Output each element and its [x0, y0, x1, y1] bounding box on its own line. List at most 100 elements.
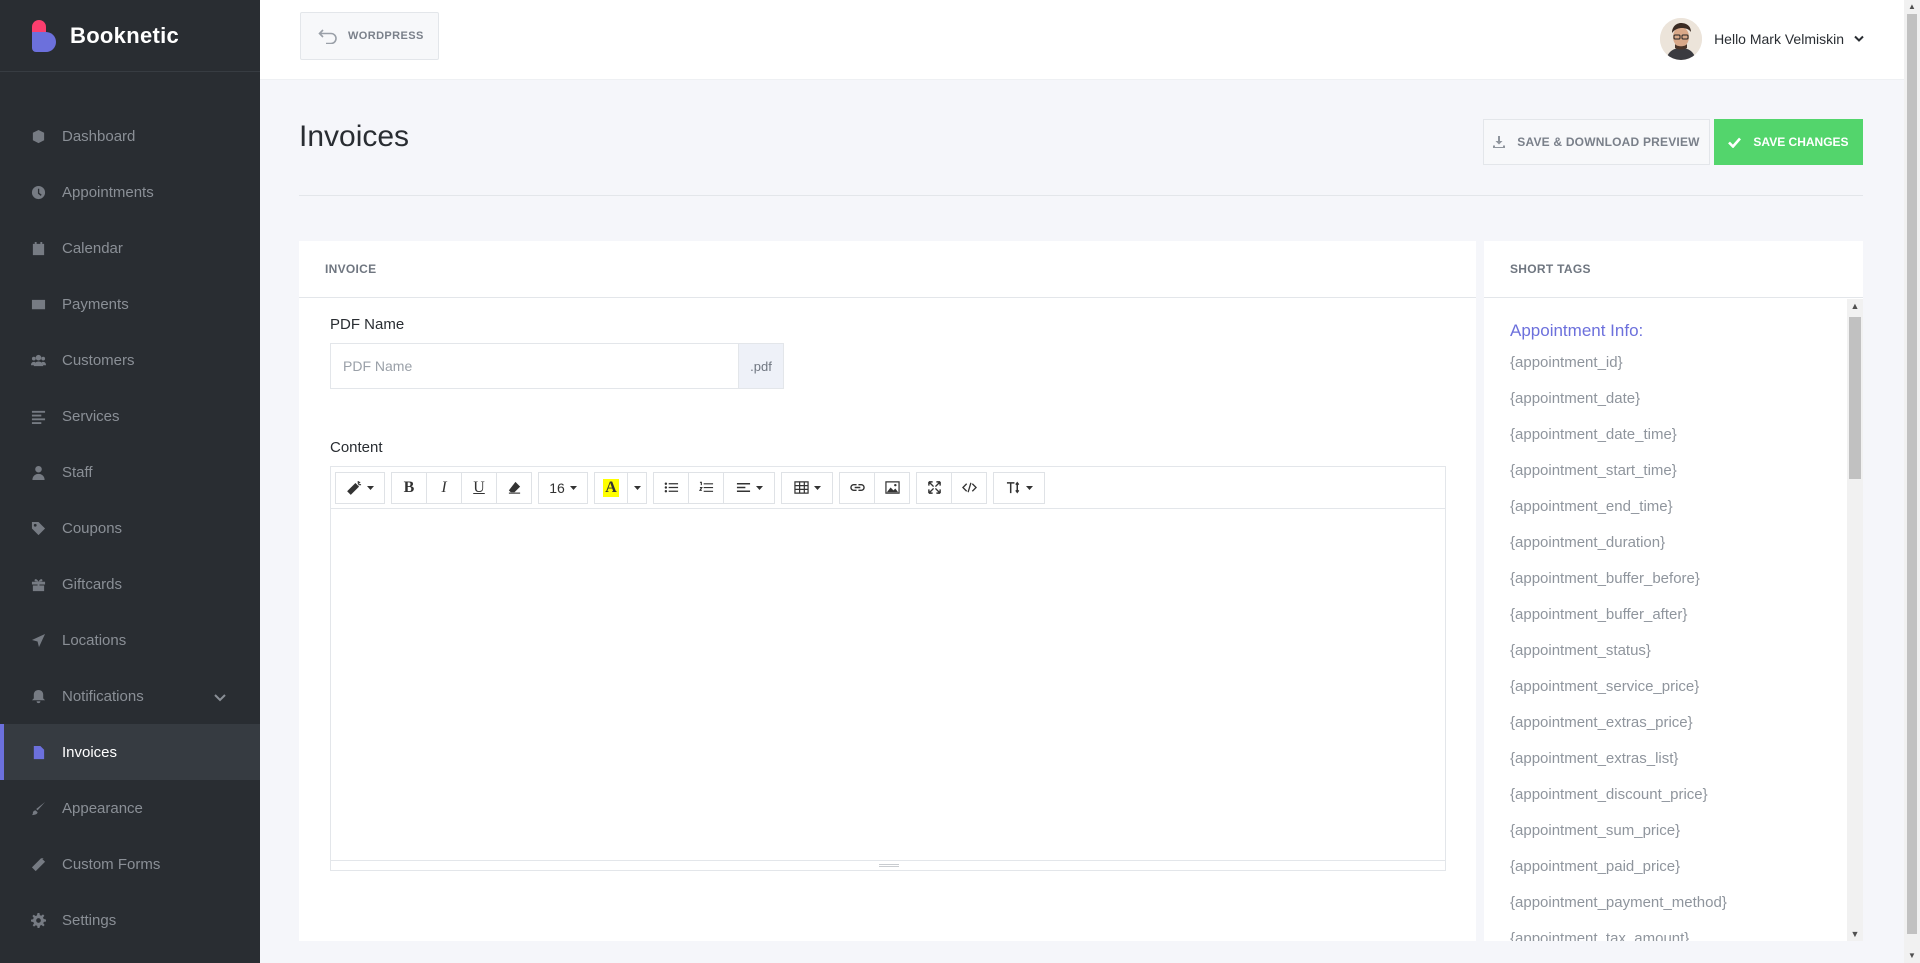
- editor-resize-handle[interactable]: [331, 860, 1445, 870]
- tags-group-title: Appointment Info:: [1510, 321, 1644, 340]
- bullet-list-icon: [664, 482, 678, 493]
- sidebar-item-custom-forms[interactable]: Custom Forms: [0, 836, 260, 892]
- scrollbar-thumb[interactable]: [1849, 317, 1861, 479]
- sidebar-item-locations[interactable]: Locations: [0, 612, 260, 668]
- sidebar-item-giftcards[interactable]: Giftcards: [0, 556, 260, 612]
- sidebar-item-dashboard[interactable]: Dashboard: [0, 108, 260, 164]
- short-tags-card: SHORT TAGS Appointment Info: {appointmen…: [1484, 241, 1863, 941]
- pdf-name-input[interactable]: [330, 343, 738, 389]
- short-tag[interactable]: {appointment_extras_list}: [1510, 747, 1847, 783]
- caret-down-icon: [366, 485, 374, 490]
- bullet-list-button[interactable]: [653, 471, 689, 504]
- sidebar-item-label: Appointments: [62, 183, 154, 201]
- cube-icon: [30, 128, 46, 144]
- caret-down-icon: [1025, 485, 1033, 490]
- link-button[interactable]: [839, 471, 875, 504]
- underline-button[interactable]: U: [461, 471, 497, 504]
- sidebar-item-label: Customers: [62, 351, 135, 369]
- link-icon: [849, 483, 865, 492]
- scroll-up-icon[interactable]: ▲: [1850, 301, 1860, 311]
- sidebar-item-payments[interactable]: Payments: [0, 276, 260, 332]
- scroll-down-icon[interactable]: ▼: [1850, 929, 1860, 939]
- user-menu[interactable]: Hello Mark Velmiskin: [1660, 17, 1864, 61]
- bold-icon: B: [403, 478, 415, 496]
- style-magic-button[interactable]: [335, 471, 385, 504]
- editor-content-area[interactable]: [331, 509, 1445, 861]
- text-color-dropdown[interactable]: [627, 471, 647, 504]
- sidebar-item-customers[interactable]: Customers: [0, 332, 260, 388]
- underline-icon: U: [473, 478, 485, 496]
- italic-button[interactable]: I: [426, 471, 462, 504]
- short-tag[interactable]: {appointment_buffer_before}: [1510, 567, 1847, 603]
- sidebar-item-label: Locations: [62, 631, 127, 649]
- gift-icon: [30, 576, 46, 592]
- sidebar-item-services[interactable]: Services: [0, 388, 260, 444]
- invoice-card-heading: INVOICE: [299, 241, 1476, 298]
- sidebar-item-coupons[interactable]: Coupons: [0, 500, 260, 556]
- short-tag[interactable]: {appointment_id}: [1510, 351, 1847, 387]
- clock-icon: [30, 184, 46, 200]
- sidebar-item-label: Staff: [62, 463, 93, 481]
- scroll-up-icon[interactable]: ▲: [1908, 3, 1916, 11]
- save-download-preview-button[interactable]: SAVE & DOWNLOAD PREVIEW: [1483, 119, 1710, 165]
- short-tag[interactable]: {appointment_date}: [1510, 387, 1847, 423]
- table-icon: [793, 481, 809, 494]
- caret-down-icon: [569, 485, 577, 490]
- short-tags-scrollbar[interactable]: ▲ ▼: [1847, 299, 1863, 941]
- short-tag[interactable]: {appointment_buffer_after}: [1510, 603, 1847, 639]
- short-tag[interactable]: {appointment_discount_price}: [1510, 783, 1847, 819]
- line-height-dropdown[interactable]: [993, 471, 1045, 504]
- sidebar-item-staff[interactable]: Staff: [0, 444, 260, 500]
- brand[interactable]: Booknetic: [0, 0, 260, 72]
- wordpress-back-button[interactable]: WORDPRESS: [300, 12, 439, 60]
- bold-button[interactable]: B: [391, 471, 427, 504]
- short-tag[interactable]: {appointment_end_time}: [1510, 495, 1847, 531]
- scrollbar-thumb[interactable]: [1907, 14, 1917, 934]
- text-color-button[interactable]: A: [594, 471, 628, 504]
- sidebar-item-appearance[interactable]: Appearance: [0, 780, 260, 836]
- short-tag[interactable]: {appointment_start_time}: [1510, 459, 1847, 495]
- sidebar-item-notifications[interactable]: Notifications: [0, 668, 260, 724]
- page-title: Invoices: [299, 120, 410, 153]
- tag-icon: [30, 520, 46, 536]
- text-height-icon: [1006, 481, 1019, 494]
- sidebar-item-calendar[interactable]: Calendar: [0, 220, 260, 276]
- short-tag[interactable]: {appointment_sum_price}: [1510, 819, 1847, 855]
- sidebar-item-settings[interactable]: Settings: [0, 892, 260, 948]
- scroll-down-icon[interactable]: ▼: [1908, 952, 1916, 960]
- chevron-down-icon[interactable]: [214, 690, 226, 702]
- font-size-dropdown[interactable]: 16: [538, 471, 588, 504]
- avatar: [1660, 18, 1703, 60]
- paragraph-align-dropdown[interactable]: [723, 471, 775, 504]
- sidebar-item-label: Notifications: [62, 687, 144, 705]
- location-arrow-icon: [30, 632, 46, 648]
- short-tag[interactable]: {appointment_service_price}: [1510, 675, 1847, 711]
- short-tag[interactable]: {appointment_date_time}: [1510, 423, 1847, 459]
- image-button[interactable]: [874, 471, 910, 504]
- download-icon: [1493, 136, 1506, 148]
- brand-name: Booknetic: [70, 22, 180, 48]
- bell-icon: [30, 688, 46, 704]
- header-divider: [299, 195, 1863, 196]
- clear-format-button[interactable]: [496, 471, 532, 504]
- resize-grip-icon: [879, 864, 899, 867]
- sidebar-item-invoices[interactable]: Invoices: [0, 724, 260, 780]
- short-tag[interactable]: {appointment_extras_price}: [1510, 711, 1847, 747]
- table-dropdown[interactable]: [781, 471, 833, 504]
- page-scrollbar[interactable]: ▲ ▼: [1904, 0, 1920, 963]
- short-tag[interactable]: {appointment_payment_method}: [1510, 891, 1847, 927]
- short-tag[interactable]: {appointment_tax_amount}: [1510, 927, 1847, 941]
- save-changes-button[interactable]: SAVE CHANGES: [1714, 119, 1863, 165]
- content-label: Content: [330, 439, 383, 456]
- fullscreen-button[interactable]: [916, 471, 952, 504]
- users-icon: [30, 352, 46, 368]
- short-tag[interactable]: {appointment_paid_price}: [1510, 855, 1847, 891]
- short-tag[interactable]: {appointment_duration}: [1510, 531, 1847, 567]
- short-tag[interactable]: {appointment_status}: [1510, 639, 1847, 675]
- font-size-value: 16: [549, 479, 565, 496]
- numbered-list-button[interactable]: [688, 471, 724, 504]
- sidebar-item-appointments[interactable]: Appointments: [0, 164, 260, 220]
- code-view-button[interactable]: [951, 471, 987, 504]
- topbar: WORDPRESS Hello Mark Velmiskin: [260, 0, 1904, 80]
- undo-arrow-icon: [318, 29, 337, 44]
